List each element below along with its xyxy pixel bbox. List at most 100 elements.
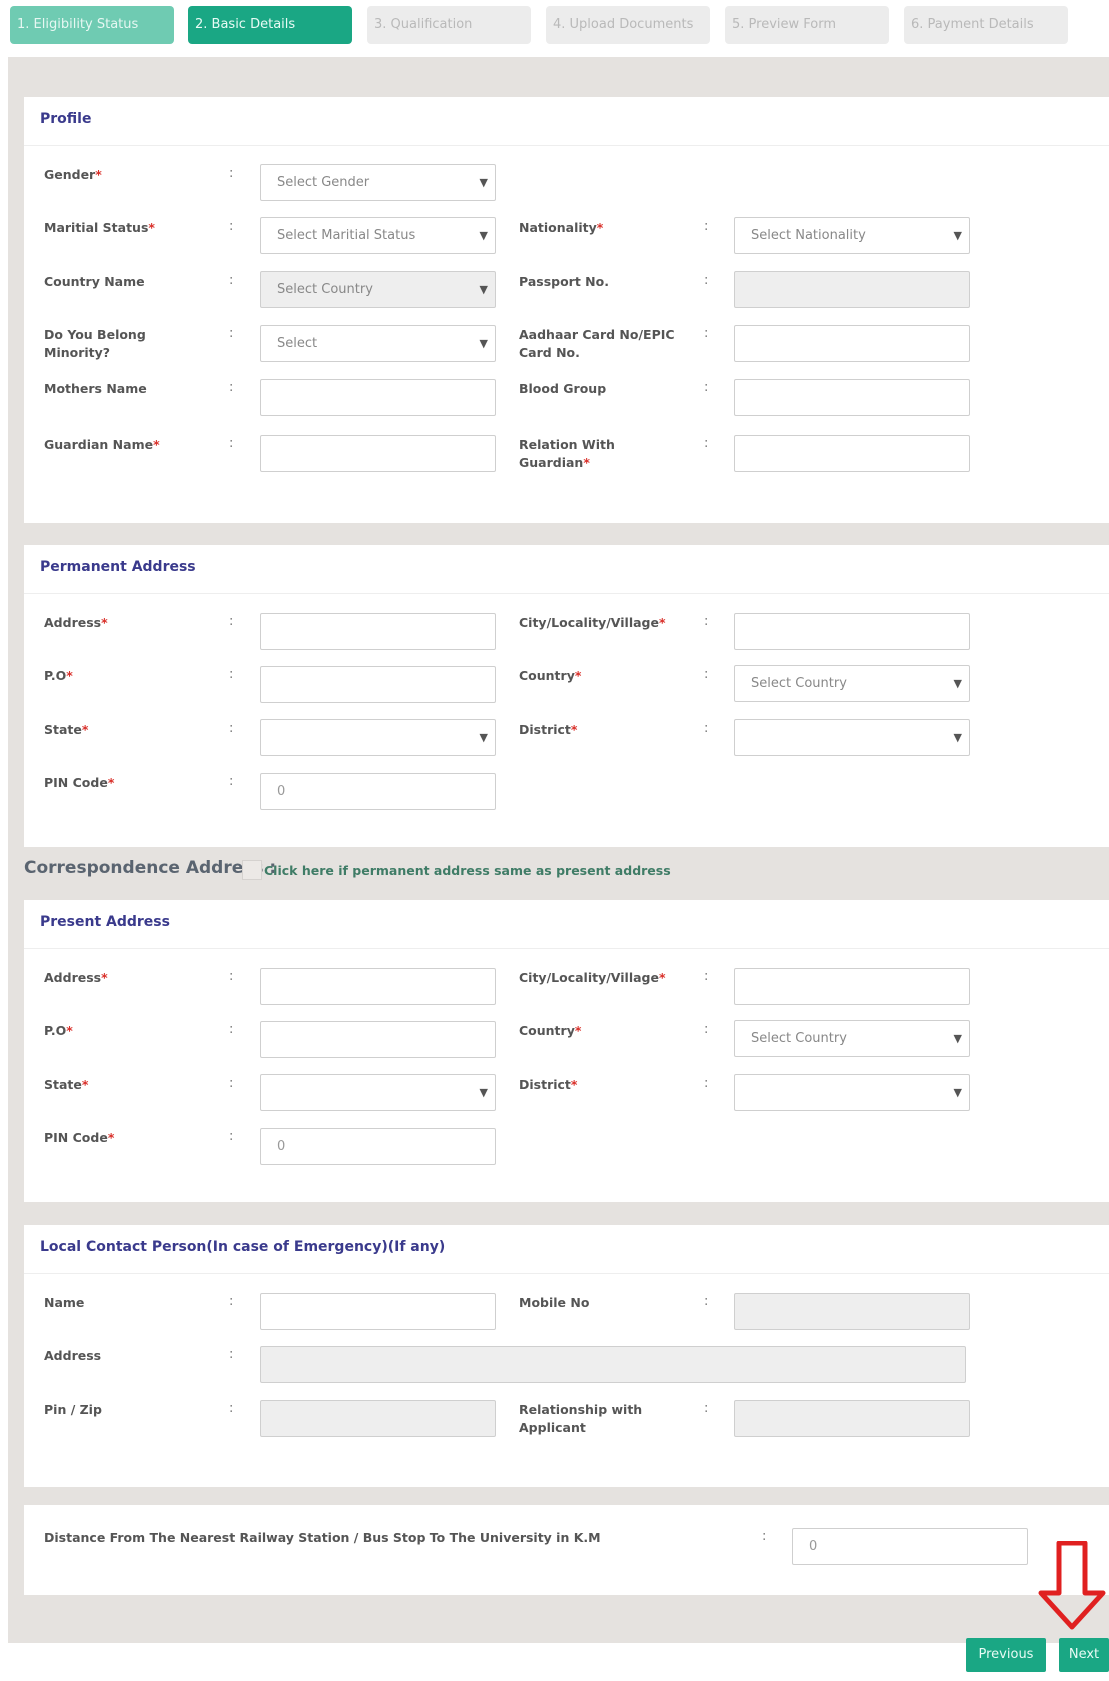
step-basic-details[interactable]: 2. Basic Details	[188, 6, 352, 44]
local-mobile-label: Mobile No	[519, 1295, 590, 1310]
colon: :	[229, 1347, 234, 1362]
chevron-down-icon: ▼	[479, 731, 488, 744]
guardian-name-label: Guardian Name*	[44, 437, 160, 452]
present-country-select-value: Select Country	[751, 1031, 847, 1046]
minority-label: Do You Belong Minority?	[44, 327, 146, 360]
divider	[24, 593, 1109, 594]
blood-group-input[interactable]	[734, 379, 970, 416]
present-district-select[interactable]: ▼	[734, 1074, 970, 1111]
chevron-down-icon: ▼	[953, 677, 962, 690]
distance-card: Distance From The Nearest Railway Statio…	[24, 1505, 1109, 1595]
permanent-city-label: City/Locality/Village*	[519, 615, 666, 630]
permanent-address-label: Address*	[44, 615, 108, 630]
present-state-select[interactable]: ▼	[260, 1074, 496, 1111]
permanent-city-input[interactable]	[734, 613, 970, 650]
nationality-select-value: Select Nationality	[751, 228, 866, 243]
nationality-select[interactable]: Select Nationality ▼	[734, 217, 970, 254]
present-city-label: City/Locality/Village*	[519, 970, 666, 985]
local-address-input[interactable]	[260, 1346, 966, 1383]
same-address-checkbox[interactable]	[242, 860, 262, 880]
present-address-input[interactable]	[260, 968, 496, 1005]
divider	[24, 948, 1109, 949]
divider	[24, 1273, 1109, 1274]
minority-select-value: Select	[277, 336, 318, 351]
chevron-down-icon: ▼	[479, 283, 488, 296]
aadhaar-input[interactable]	[734, 325, 970, 362]
colon: :	[229, 436, 234, 451]
blood-group-label: Blood Group	[519, 381, 607, 396]
chevron-down-icon: ▼	[953, 731, 962, 744]
present-country-select[interactable]: Select Country ▼	[734, 1020, 970, 1057]
permanent-po-label: P.O*	[44, 668, 73, 683]
step-eligibility-status[interactable]: 1. Eligibility Status	[10, 6, 174, 44]
colon: :	[704, 614, 709, 629]
distance-label: Distance From The Nearest Railway Statio…	[44, 1530, 601, 1545]
passport-label: Passport No.	[519, 274, 609, 289]
marital-status-select[interactable]: Select Maritial Status ▼	[260, 217, 496, 254]
present-address-card: Present Address Address* : City/Locality…	[24, 900, 1109, 1202]
colon: :	[704, 436, 709, 451]
step-payment-details[interactable]: 6. Payment Details	[904, 6, 1068, 44]
step-preview-form[interactable]: 5. Preview Form	[725, 6, 889, 44]
step-qualification[interactable]: 3. Qualification	[367, 6, 531, 44]
local-name-input[interactable]	[260, 1293, 496, 1330]
relation-guardian-input[interactable]	[734, 435, 970, 472]
present-address-label: Address*	[44, 970, 108, 985]
country-name-select[interactable]: Select Country ▼	[260, 271, 496, 308]
colon: :	[229, 614, 234, 629]
permanent-address-input[interactable]	[260, 613, 496, 650]
colon: :	[704, 721, 709, 736]
step-upload-documents[interactable]: 4. Upload Documents	[546, 6, 710, 44]
distance-input[interactable]: 0	[792, 1528, 1028, 1565]
local-contact-title: Local Contact Person(In case of Emergenc…	[40, 1239, 446, 1255]
present-pin-input[interactable]: 0	[260, 1128, 496, 1165]
present-po-label: P.O*	[44, 1023, 73, 1038]
passport-input[interactable]	[734, 271, 970, 308]
permanent-district-select[interactable]: ▼	[734, 719, 970, 756]
colon: :	[704, 1401, 709, 1416]
permanent-country-label: Country*	[519, 668, 582, 683]
chevron-down-icon: ▼	[953, 229, 962, 242]
chevron-down-icon: ▼	[953, 1032, 962, 1045]
local-mobile-input[interactable]	[734, 1293, 970, 1330]
permanent-country-select-value: Select Country	[751, 676, 847, 691]
colon: :	[704, 273, 709, 288]
present-city-input[interactable]	[734, 968, 970, 1005]
permanent-state-select[interactable]: ▼	[260, 719, 496, 756]
form-wrapper: Profile Gender* : Select Gender ▼ Maritia…	[8, 57, 1109, 1643]
permanent-country-select[interactable]: Select Country ▼	[734, 665, 970, 702]
arrow-down-icon	[1038, 1541, 1106, 1630]
mothers-name-input[interactable]	[260, 379, 496, 416]
correspondence-title: Correspondence Address :	[24, 858, 277, 878]
local-relationship-input[interactable]	[734, 1400, 970, 1437]
previous-button[interactable]: Previous	[966, 1638, 1046, 1672]
present-district-label: District*	[519, 1077, 578, 1092]
colon: :	[229, 1076, 234, 1091]
permanent-pin-input[interactable]: 0	[260, 773, 496, 810]
colon: :	[229, 1294, 234, 1309]
local-relationship-label: Relationship with Applicant	[519, 1402, 643, 1435]
present-pin-label: PIN Code*	[44, 1130, 115, 1145]
local-contact-card: Local Contact Person(In case of Emergenc…	[24, 1225, 1109, 1487]
chevron-down-icon: ▼	[479, 229, 488, 242]
permanent-po-input[interactable]	[260, 666, 496, 703]
colon: :	[229, 774, 234, 789]
gender-select[interactable]: Select Gender ▼	[260, 164, 496, 201]
divider	[24, 145, 1109, 146]
guardian-name-input[interactable]	[260, 435, 496, 472]
aadhaar-label: Aadhaar Card No/EPIC Card No.	[519, 327, 675, 360]
colon: :	[704, 667, 709, 682]
permanent-address-card: Permanent Address Address* : City/Locali…	[24, 545, 1109, 847]
gender-select-value: Select Gender	[277, 175, 370, 190]
same-address-text[interactable]: Click here if permanent address same as …	[264, 863, 671, 878]
colon: :	[229, 326, 234, 341]
present-country-label: Country*	[519, 1023, 582, 1038]
local-pin-input[interactable]	[260, 1400, 496, 1437]
step-wizard: 1. Eligibility Status 2. Basic Details 3…	[10, 6, 1070, 44]
local-address-label: Address	[44, 1348, 102, 1363]
permanent-address-title: Permanent Address	[40, 559, 196, 575]
next-button[interactable]: Next	[1059, 1638, 1109, 1672]
minority-select[interactable]: Select ▼	[260, 325, 496, 362]
permanent-district-label: District*	[519, 722, 578, 737]
present-po-input[interactable]	[260, 1021, 496, 1058]
